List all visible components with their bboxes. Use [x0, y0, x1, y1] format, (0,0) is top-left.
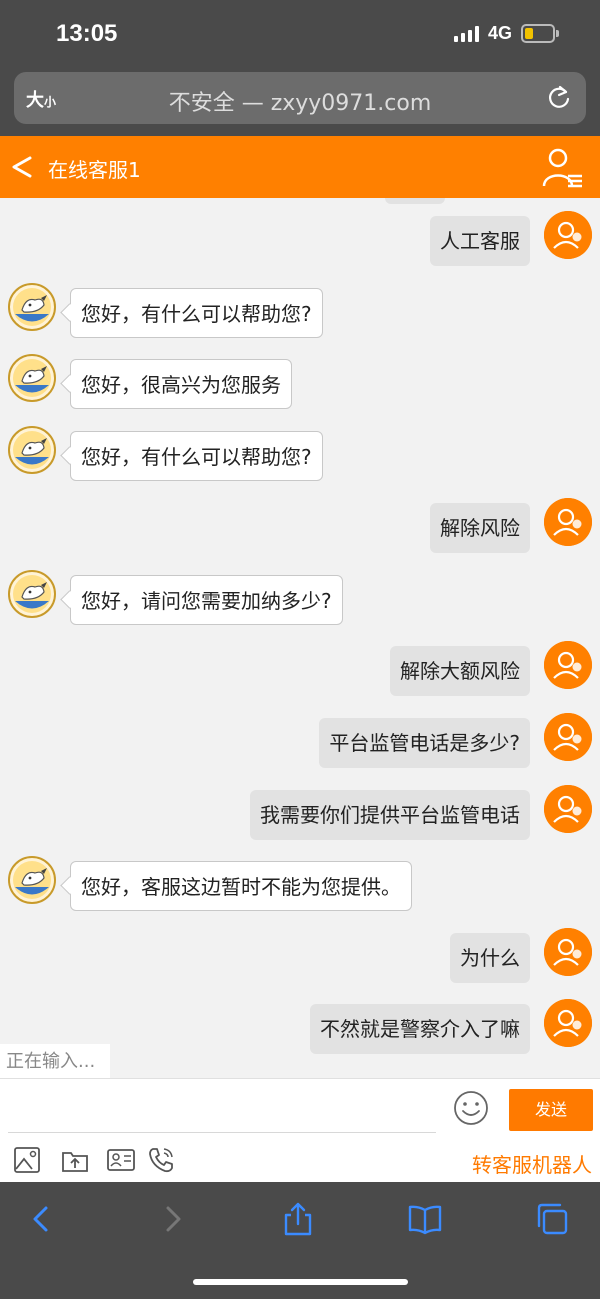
user-message: 解除大额风险	[0, 641, 600, 696]
agent-avatar	[8, 283, 56, 331]
share-icon[interactable]	[281, 1202, 315, 1236]
contact-card-icon[interactable]	[106, 1145, 136, 1175]
status-time: 13:05	[56, 20, 118, 47]
forward-icon[interactable]	[156, 1202, 190, 1236]
battery-icon	[521, 24, 559, 43]
user-message: 我需要你们提供平台监管电话	[0, 785, 600, 840]
message-bubble: 您好，很高兴为您服务	[70, 359, 292, 409]
home-indicator	[193, 1279, 408, 1285]
user-avatar	[544, 928, 592, 976]
agent-message: 您好，很高兴为您服务	[0, 354, 600, 409]
message-bubble: 您好，有什么可以帮助您?	[70, 431, 323, 481]
send-button[interactable]: 发送	[509, 1089, 593, 1131]
message-bubble: 解除风险	[430, 503, 530, 553]
user-avatar	[544, 999, 592, 1047]
message-bubble: 人工客服	[430, 216, 530, 266]
user-avatar	[544, 641, 592, 689]
agent-message: 您好，有什么可以帮助您?	[0, 426, 600, 481]
agent-avatar	[8, 570, 56, 618]
agent-avatar	[8, 354, 56, 402]
phone-icon[interactable]	[146, 1145, 176, 1175]
reload-icon[interactable]	[546, 84, 572, 110]
typing-indicator: 正在输入...	[0, 1044, 110, 1080]
agent-avatar	[8, 856, 56, 904]
user-avatar	[544, 498, 592, 546]
message-bubble: 解除大额风险	[390, 646, 530, 696]
user-message: 人工客服	[0, 211, 600, 266]
browser-toolbar	[0, 1182, 600, 1299]
user-message: 解除风险	[0, 498, 600, 553]
bookmarks-icon[interactable]	[408, 1202, 442, 1236]
agent-message: 您好，有什么可以帮助您?	[0, 283, 600, 338]
url-field[interactable]: 大小 不安全 — zxyy0971.com	[14, 72, 586, 124]
user-avatar	[544, 785, 592, 833]
message-bubble: 平台监管电话是多少?	[319, 718, 530, 768]
back-icon[interactable]	[24, 1202, 58, 1236]
url-text: 不安全 — zxyy0971.com	[168, 91, 432, 116]
message-bubble: 您好，有什么可以帮助您?	[70, 288, 323, 338]
chat-title: 在线客服1	[48, 158, 141, 182]
signal-strength-icon	[454, 26, 479, 42]
message-input[interactable]	[8, 1087, 436, 1133]
browser-address-bar: 大小 不安全 — zxyy0971.com	[0, 66, 600, 136]
message-bubble: 为什么	[450, 933, 530, 983]
tabs-icon[interactable]	[535, 1202, 569, 1236]
message-bubble: 我需要你们提供平台监管电话	[250, 790, 530, 840]
image-icon[interactable]	[12, 1145, 42, 1175]
back-arrow-icon[interactable]	[8, 152, 34, 182]
switch-to-bot-link[interactable]: 转客服机器人	[472, 1149, 592, 1178]
user-message: 平台监管电话是多少?	[0, 713, 600, 768]
network-type: 4G	[488, 23, 513, 43]
agent-avatar	[8, 426, 56, 474]
message-bubble: 不然就是警察介入了嘛	[310, 1004, 530, 1054]
previous-message-edge	[385, 198, 445, 204]
emoji-icon[interactable]	[452, 1089, 490, 1127]
user-menu-icon[interactable]	[540, 146, 584, 190]
message-bubble: 您好，请问您需要加纳多少?	[70, 575, 343, 625]
message-bubble: 您好，客服这边暂时不能为您提供。	[70, 861, 412, 911]
composer: 发送 转客服机器人	[0, 1078, 600, 1182]
message-list[interactable]: 人工客服您好，有什么可以帮助您? 您好，很高兴为您服务 您好，有什么可以帮助您? 解除…	[0, 198, 600, 1078]
status-bar: 13:05 4G	[0, 0, 600, 66]
user-avatar	[544, 713, 592, 761]
agent-message: 您好，请问您需要加纳多少?	[0, 570, 600, 625]
user-avatar	[544, 211, 592, 259]
chat-header: 在线客服1	[0, 136, 600, 198]
file-upload-icon[interactable]	[60, 1145, 90, 1175]
user-message: 为什么	[0, 928, 600, 983]
agent-message: 您好，客服这边暂时不能为您提供。	[0, 856, 600, 911]
